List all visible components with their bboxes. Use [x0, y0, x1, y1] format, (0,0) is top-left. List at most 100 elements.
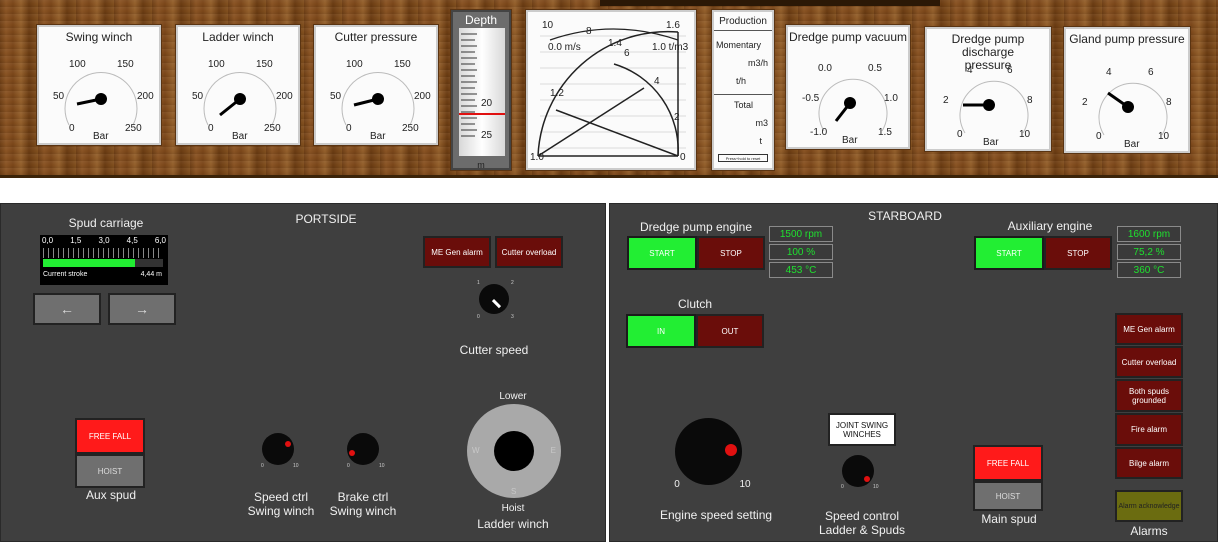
unit-m3h: m3/h: [747, 58, 768, 68]
svg-text:2: 2: [943, 95, 949, 106]
svg-text:-1.0: -1.0: [810, 127, 828, 138]
svg-text:100: 100: [69, 59, 86, 70]
speed-ctrl-knob[interactable]: [262, 433, 294, 465]
main-spud-label: Main spud: [981, 512, 1037, 526]
svg-text:0.0: 0.0: [818, 63, 832, 74]
portside-title: PORTSIDE: [295, 212, 357, 226]
svg-text:20: 20: [481, 98, 493, 109]
svg-text:150: 150: [256, 59, 273, 70]
clutch-in-button[interactable]: IN: [626, 314, 696, 348]
ladder-winch-joystick[interactable]: W E S: [467, 404, 561, 498]
aux-stop-button[interactable]: STOP: [1044, 236, 1112, 270]
dredge-vacuum-gauge: Dredge pump vacuum -1.0 -0.5 0.0 0.5 1.0…: [786, 25, 910, 149]
svg-text:250: 250: [264, 123, 281, 134]
svg-text:200: 200: [414, 91, 431, 102]
svg-text:100: 100: [208, 59, 225, 70]
spud-left-button[interactable]: ←: [33, 293, 101, 325]
brake-ctrl-knob[interactable]: [347, 433, 379, 465]
svg-text:6: 6: [624, 48, 630, 59]
aux-temp-readout: 360 °C: [1117, 262, 1181, 278]
svg-text:250: 250: [125, 123, 142, 134]
clutch-label: Clutch: [677, 297, 712, 311]
svg-text:0.5: 0.5: [868, 63, 882, 74]
svg-text:1.0: 1.0: [530, 152, 544, 163]
svg-text:25: 25: [481, 130, 493, 141]
svg-text:8: 8: [1027, 95, 1033, 106]
svg-text:150: 150: [117, 59, 134, 70]
cutter-speed-knob[interactable]: [479, 284, 509, 314]
dredge-pct-readout: 100 %: [769, 244, 833, 260]
svg-text:1.5: 1.5: [878, 127, 892, 138]
engine-speed-setting-label: Engine speed setting: [659, 508, 773, 522]
svg-text:150: 150: [394, 59, 411, 70]
dredge-temp-readout: 453 °C: [769, 262, 833, 278]
svg-text:0: 0: [346, 123, 352, 134]
main-hoist-button[interactable]: HOIST: [973, 481, 1043, 511]
svg-text:Bar: Bar: [1124, 139, 1140, 150]
main-free-fall-button[interactable]: FREE FALL: [973, 445, 1043, 481]
stroke-value: 4,44 m: [140, 271, 162, 278]
alarm-fire: Fire alarm: [1115, 413, 1183, 446]
svg-text:8: 8: [586, 26, 592, 37]
dial-mark: 0: [477, 314, 480, 320]
lower-label: Lower: [499, 391, 527, 402]
spud-right-button[interactable]: →: [108, 293, 176, 325]
hoist-label: Hoist: [501, 503, 525, 514]
cutter-overload-indicator: Cutter overload: [495, 236, 563, 268]
dredge-pump-engine-label: Dredge pump engine: [639, 220, 753, 234]
svg-text:Bar: Bar: [983, 137, 999, 148]
ladder-winch-label: Ladder winch: [477, 517, 549, 531]
dial-mark: 2: [511, 280, 514, 286]
ladder-spuds-speed-knob[interactable]: [842, 455, 874, 487]
svg-text:Bar: Bar: [842, 135, 858, 146]
knob-min: 0: [674, 479, 680, 490]
knob-max: 10: [873, 484, 879, 490]
reset-button[interactable]: Press+hold to reset: [718, 154, 768, 162]
svg-text:0: 0: [957, 129, 963, 140]
svg-text:1.0 t/m3: 1.0 t/m3: [652, 42, 689, 53]
aux-free-fall-button[interactable]: FREE FALL: [75, 418, 145, 454]
dredge-start-button[interactable]: START: [627, 236, 697, 270]
me-gen-alarm-indicator: ME Gen alarm: [423, 236, 491, 268]
gland-pressure-gauge: Gland pump pressure 0 2 4 6 8 10 Bar: [1064, 27, 1190, 153]
production-title: Production: [719, 16, 767, 27]
svg-text:200: 200: [276, 91, 293, 102]
alarm-me-gen: ME Gen alarm: [1115, 313, 1183, 345]
alarm-acknowledge-button[interactable]: Alarm acknowledge: [1115, 490, 1183, 522]
depth-unit: m: [477, 160, 485, 170]
aux-hoist-button[interactable]: HOIST: [75, 454, 145, 488]
svg-text:4: 4: [1106, 67, 1112, 78]
aux-rpm-readout: 1600 rpm: [1117, 226, 1181, 242]
svg-text:2: 2: [1082, 97, 1088, 108]
svg-text:1.6: 1.6: [666, 20, 680, 31]
scale-label: 0,0: [42, 236, 54, 245]
svg-text:6: 6: [1148, 67, 1154, 78]
west-mark: W: [472, 446, 480, 455]
auxiliary-engine-label: Auxiliary engine: [1007, 219, 1093, 233]
alarm-cutter-overload: Cutter overload: [1115, 346, 1183, 378]
svg-text:50: 50: [192, 91, 204, 102]
clutch-out-button[interactable]: OUT: [696, 314, 764, 348]
dredge-stop-button[interactable]: STOP: [697, 236, 765, 270]
dial-mark: 3: [511, 314, 514, 320]
svg-text:50: 50: [330, 91, 342, 102]
joint-swing-winches-button[interactable]: JOINT SWING WINCHES: [828, 413, 896, 446]
scale-label: 3,0: [98, 236, 110, 245]
svg-text:250: 250: [402, 123, 419, 134]
svg-text:1.0: 1.0: [884, 93, 898, 104]
south-mark: S: [511, 487, 517, 496]
unit-t: t: [759, 136, 762, 146]
swing-winch-gauge: Swing winch 0 50 100 150 200 250 Bar: [37, 25, 161, 145]
unit-th: t/h: [735, 76, 746, 86]
alarm-bilge: Bilge alarm: [1115, 447, 1183, 479]
dredge-rpm-readout: 1500 rpm: [769, 226, 833, 242]
aux-start-button[interactable]: START: [974, 236, 1044, 270]
svg-text:0: 0: [208, 123, 214, 134]
svg-text:0: 0: [680, 152, 686, 163]
momentary-label: Momentary: [716, 40, 762, 50]
svg-text:10: 10: [542, 20, 554, 31]
production-panel: Production Momentary m3/h t/h Total m3 t…: [712, 10, 774, 170]
svg-text:10: 10: [1158, 131, 1170, 142]
cutter-speed-label: Cutter speed: [459, 343, 529, 357]
svg-text:-0.5: -0.5: [802, 93, 820, 104]
